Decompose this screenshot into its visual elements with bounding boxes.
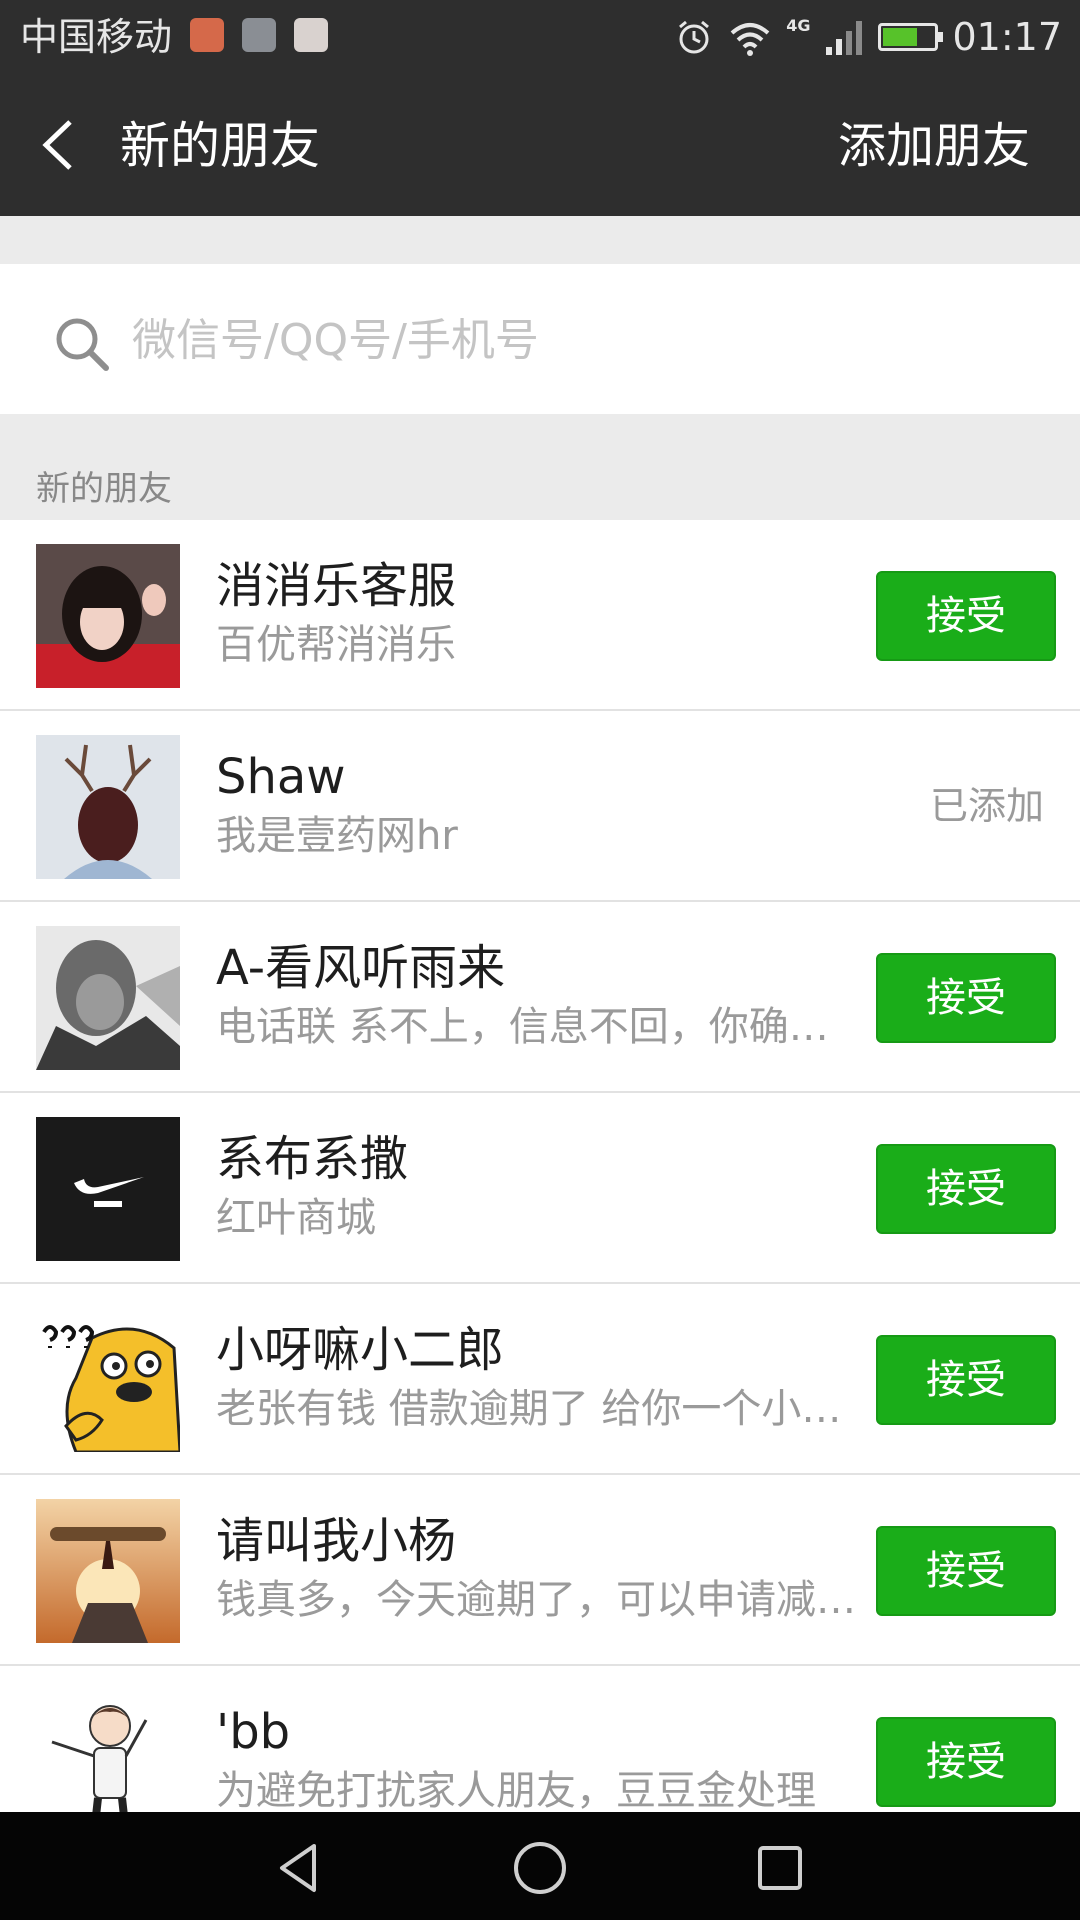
avatar <box>36 1690 180 1812</box>
accept-button[interactable]: 接受 <box>876 1335 1056 1425</box>
mail-notification-icon <box>190 18 224 52</box>
friend-name: A-看风听雨来 <box>216 940 506 996</box>
back-arrow-icon[interactable] <box>30 110 90 180</box>
friend-request-row[interactable]: 系布系撒 红叶商城 接受 <box>0 1093 1080 1284</box>
new-friends-list: 消消乐客服 百优帮消消乐 接受 Shaw 我是壹药网hr 已添加 A-看风听雨来… <box>0 520 1080 1812</box>
notification-icons <box>190 18 328 52</box>
accept-button[interactable]: 接受 <box>876 1717 1056 1807</box>
search-input[interactable] <box>130 304 1014 376</box>
accept-button[interactable]: 接受 <box>876 953 1056 1043</box>
accept-button[interactable]: 接受 <box>876 1144 1056 1234</box>
friend-request-row[interactable]: 请叫我小杨 钱真多，今天逾期了，可以申请减… 接受 <box>0 1475 1080 1666</box>
system-nav-bar <box>0 1812 1080 1920</box>
section-title: 新的朋友 <box>36 469 172 509</box>
friend-name: 请叫我小杨 <box>216 1513 457 1569</box>
search-icon <box>56 318 109 371</box>
home-circle-icon[interactable] <box>510 1838 570 1898</box>
friend-message: 老张有钱 借款逾期了 给你一个小… <box>216 1386 842 1432</box>
battery-icon <box>878 23 944 51</box>
battery-level <box>883 28 918 46</box>
avatar <box>36 926 180 1070</box>
friend-message: 百优帮消消乐 <box>216 622 456 668</box>
friend-request-row[interactable]: Shaw 我是壹药网hr 已添加 <box>0 711 1080 902</box>
search-bar[interactable] <box>0 264 1080 414</box>
avatar <box>36 735 180 879</box>
friend-message: 钱真多，今天逾期了，可以申请减… <box>216 1577 856 1623</box>
status-icons-right: 4G 01:17 <box>674 10 1062 64</box>
alarm-icon <box>679 20 710 54</box>
friend-request-row[interactable]: 消消乐客服 百优帮消消乐 接受 <box>0 520 1080 711</box>
page-title: 新的朋友 <box>120 117 320 175</box>
accept-button[interactable]: 接受 <box>876 1526 1056 1616</box>
signal-icon <box>826 21 863 55</box>
friend-name: 小呀嘛小二郎 <box>216 1322 505 1378</box>
clock: 01:17 <box>952 15 1062 59</box>
network-type-label: 4G <box>786 15 811 35</box>
friend-name: 'bb <box>216 1704 291 1760</box>
added-status: 已添加 <box>929 784 1044 828</box>
friend-request-row[interactable]: 小呀嘛小二郎 老张有钱 借款逾期了 给你一个小… 接受 <box>0 1284 1080 1475</box>
carrier-name: 中国移动 <box>20 15 173 59</box>
avatar <box>36 1308 180 1452</box>
friend-name: Shaw <box>216 749 346 805</box>
recents-square-icon[interactable] <box>750 1838 810 1898</box>
avatar <box>36 1117 180 1261</box>
friend-name: 系布系撒 <box>216 1131 409 1187</box>
friend-message: 红叶商城 <box>216 1195 376 1241</box>
friend-request-row[interactable]: A-看风听雨来 电话联 系不上，信息不回，你确… 接受 <box>0 902 1080 1093</box>
photo-notification-icon <box>294 18 328 52</box>
friend-message: 我是壹药网hr <box>216 813 458 859</box>
title-bar: 新的朋友 添加朋友 <box>0 74 1080 216</box>
friend-message: 电话联 系不上，信息不回，你确… <box>216 1004 829 1050</box>
friend-message: 为避免打扰家人朋友，豆豆金处理 <box>216 1768 816 1812</box>
avatar <box>36 1499 180 1643</box>
back-triangle-icon[interactable] <box>270 1838 330 1898</box>
friend-request-row[interactable]: 'bb 为避免打扰家人朋友，豆豆金处理 接受 <box>0 1666 1080 1812</box>
status-bar: 中国移动 4G 01:17 <box>0 0 1080 74</box>
accept-button[interactable]: 接受 <box>876 571 1056 661</box>
gallery-notification-icon <box>242 18 276 52</box>
friend-name: 消消乐客服 <box>216 558 457 614</box>
wifi-icon <box>730 23 770 56</box>
add-friend-button[interactable]: 添加朋友 <box>838 116 1030 176</box>
avatar <box>36 544 180 688</box>
